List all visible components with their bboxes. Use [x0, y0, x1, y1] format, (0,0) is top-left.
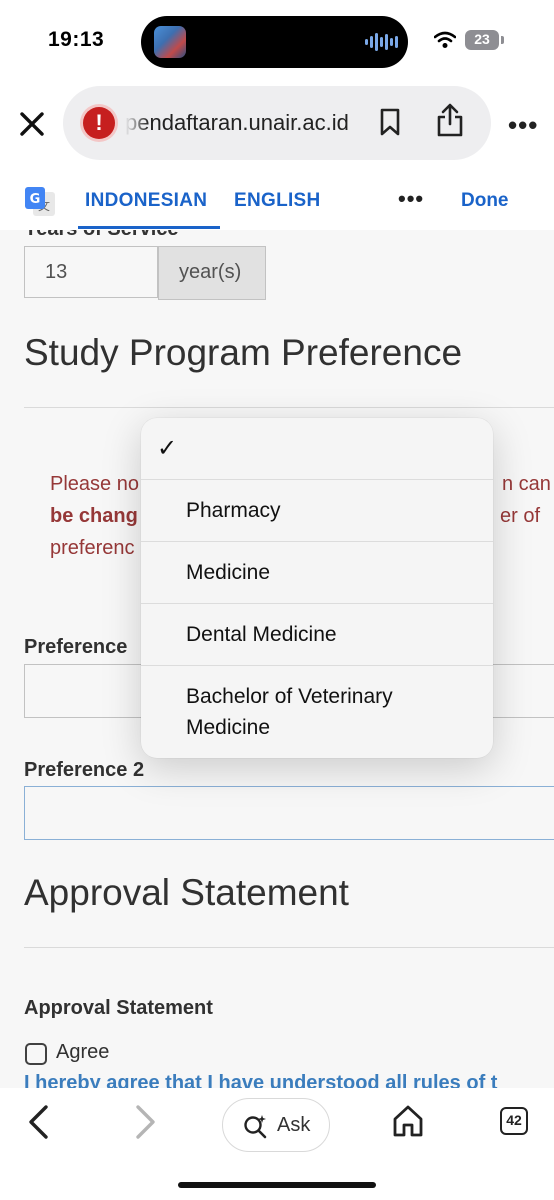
- tab-english[interactable]: ENGLISH: [234, 190, 321, 212]
- picker-option-pharmacy[interactable]: Pharmacy: [141, 479, 493, 541]
- home-indicator: [178, 1182, 376, 1188]
- active-tab-indicator: [78, 226, 220, 229]
- picker-option-dental-medicine[interactable]: Dental Medicine: [141, 603, 493, 665]
- picker-option-label: Medicine: [186, 561, 271, 584]
- battery-cap: [501, 36, 504, 44]
- ask-label: Ask: [277, 1114, 311, 1136]
- share-icon[interactable]: [435, 102, 465, 138]
- svg-text:G: G: [30, 192, 41, 207]
- browser-toolbar: ! pendaftaran.unair.ac.id •••: [0, 86, 554, 164]
- forward-icon[interactable]: [132, 1104, 158, 1140]
- web-page: 19:13 23 ! pendaftaran.unair.ac.id ••• 1…: [0, 0, 554, 1200]
- security-warning-icon[interactable]: !: [83, 107, 115, 139]
- close-icon[interactable]: [18, 110, 46, 138]
- sparkle-search-icon: [244, 1115, 267, 1139]
- picker-option-veterinary-medicine[interactable]: Bachelor of Veterinary Medicine: [141, 665, 493, 758]
- picker-option-label: Dental Medicine: [186, 623, 337, 646]
- status-bar: 19:13 23: [0, 0, 554, 86]
- picker-option-medicine[interactable]: Medicine: [141, 541, 493, 603]
- address-bar[interactable]: ! pendaftaran.unair.ac.id: [63, 86, 491, 160]
- audio-wave-icon: [365, 32, 398, 52]
- picker-option-label: Bachelor of Veterinary: [186, 685, 393, 708]
- bottom-toolbar: Ask 42: [0, 1088, 554, 1200]
- wifi-icon: [434, 31, 456, 48]
- tab-count: 42: [506, 1112, 522, 1128]
- tab-indonesian[interactable]: INDONESIAN: [85, 190, 207, 212]
- translate-bar: 文 G INDONESIAN ENGLISH ••• Done: [0, 172, 554, 230]
- google-translate-icon: 文 G: [25, 187, 55, 216]
- battery-icon: 23: [465, 30, 499, 50]
- ask-button[interactable]: Ask: [222, 1098, 330, 1152]
- picker-option-empty[interactable]: ✓: [141, 418, 493, 480]
- url-text[interactable]: pendaftaran.unair.ac.id: [125, 110, 361, 136]
- translate-more-button[interactable]: •••: [398, 186, 424, 212]
- more-menu-button[interactable]: •••: [508, 110, 538, 141]
- back-icon[interactable]: [26, 1104, 52, 1140]
- dynamic-island[interactable]: [141, 16, 408, 68]
- home-icon[interactable]: [392, 1104, 424, 1138]
- media-thumbnail: [154, 26, 186, 58]
- tabs-button[interactable]: 42: [500, 1107, 528, 1135]
- translate-done-button[interactable]: Done: [461, 190, 509, 212]
- clock: 19:13: [48, 28, 105, 51]
- preference-picker-menu: ✓ Pharmacy Medicine Dental Medicine Bach…: [141, 418, 493, 758]
- checkmark-icon: ✓: [157, 435, 178, 462]
- bookmark-icon[interactable]: [379, 108, 401, 136]
- picker-option-label: Medicine: [186, 716, 271, 739]
- battery-level: 23: [474, 31, 490, 47]
- picker-option-label: Pharmacy: [186, 499, 281, 522]
